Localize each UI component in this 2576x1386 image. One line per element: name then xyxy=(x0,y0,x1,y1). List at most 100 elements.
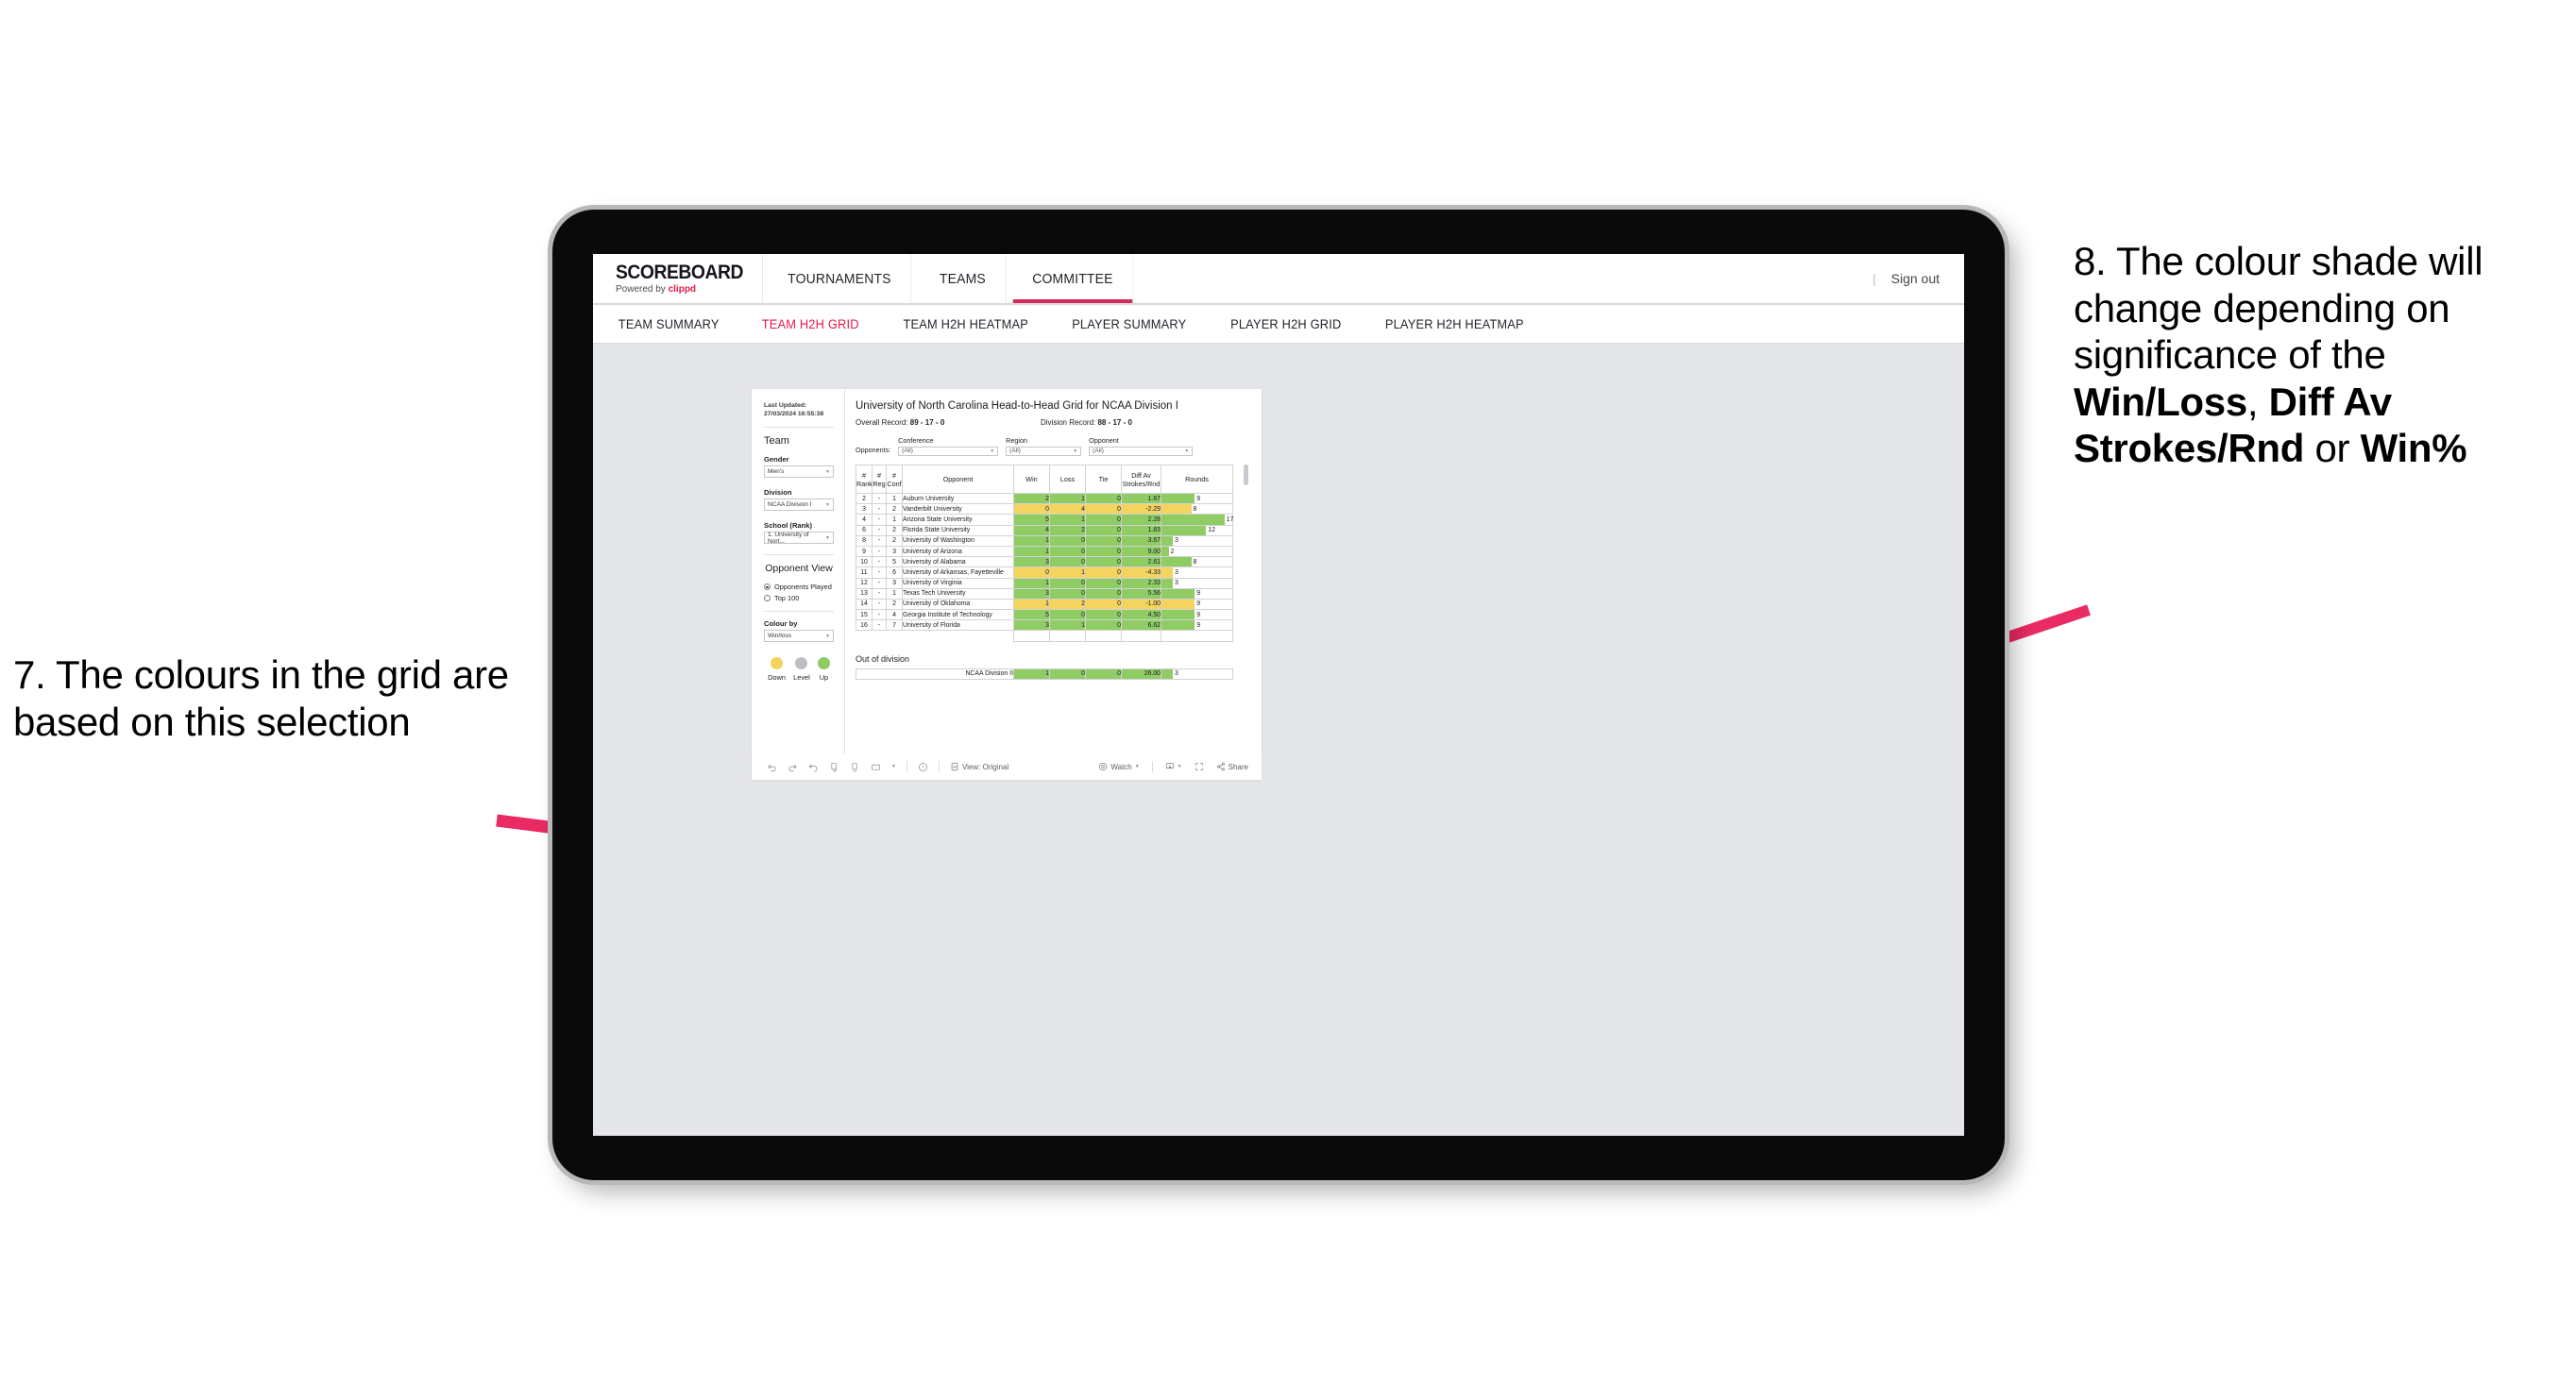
cell-tie: 0 xyxy=(1085,514,1122,526)
col-conf[interactable]: # Conf xyxy=(886,465,903,494)
cell-loss: 1 xyxy=(1049,619,1086,632)
nav-committee[interactable]: COMMITTEE xyxy=(1013,254,1134,303)
table-padding-row xyxy=(856,630,1233,642)
cell-rank: 11 xyxy=(856,566,873,579)
table-row[interactable]: 6-2 Florida State University 4 2 0 1.83 12 xyxy=(856,524,1233,536)
colour-by-select[interactable]: Win/loss ▼ xyxy=(764,630,834,643)
overall-record: Overall Record: 89 - 17 - 0 xyxy=(856,418,1041,427)
nav-tournaments[interactable]: TOURNAMENTS xyxy=(769,254,912,303)
division-select[interactable]: NCAA Division I ▼ xyxy=(764,499,834,512)
grid-vertical-scrollbar[interactable] xyxy=(1244,465,1248,485)
subnav-player-h2h-heatmap[interactable]: PLAYER H2H HEATMAP xyxy=(1385,317,1524,331)
view-original-button[interactable]: View: Original xyxy=(950,762,1008,771)
col-diff-av[interactable]: Diff Av Strokes/Rnd xyxy=(1121,465,1161,494)
cell-diff-av: -2.29 xyxy=(1121,503,1161,516)
subnav-team-h2h-heatmap[interactable]: TEAM H2H HEATMAP xyxy=(903,317,1027,331)
col-loss[interactable]: Loss xyxy=(1049,465,1086,494)
toolbar-divider-3 xyxy=(1151,761,1153,772)
col-opponent[interactable]: Opponent xyxy=(902,465,1014,494)
subnav-player-h2h-grid[interactable]: PLAYER H2H GRID xyxy=(1230,317,1341,331)
col-diff-l1: Diff Av xyxy=(1131,470,1151,480)
region-select[interactable]: (All) ▼ xyxy=(1006,446,1082,456)
gender-select[interactable]: Men's ▼ xyxy=(764,465,834,479)
view-icon xyxy=(951,762,958,771)
powered-prefix: Powered by xyxy=(616,284,669,295)
cell-rank: 9 xyxy=(856,545,873,558)
alert-icon[interactable] xyxy=(918,762,928,772)
cell-opponent: University of Arizona xyxy=(902,545,1014,558)
school-rank-select[interactable]: 1. University of Nort... ▼ xyxy=(764,532,834,545)
undo-icon[interactable] xyxy=(767,762,777,772)
table-row[interactable]: 15-4 Georgia Institute of Technology 5 0 0 4.… xyxy=(856,609,1233,621)
revert-icon[interactable] xyxy=(808,762,819,772)
division-label: Division xyxy=(764,488,792,498)
download-icon xyxy=(1165,763,1174,769)
cell-loss: 2 xyxy=(1049,598,1086,611)
table-row[interactable]: 12-3 University of Virginia 1 0 0 2.33 3 xyxy=(856,577,1233,589)
cell-rounds: 2 xyxy=(1161,545,1233,558)
signout-button[interactable]: Sign out xyxy=(1891,271,1940,286)
chevron-down-icon: ▼ xyxy=(825,534,830,541)
radio-top-100[interactable]: Top 100 xyxy=(764,594,834,602)
table-row[interactable]: 10-5 University of Alabama 3 0 0 2.61 8 xyxy=(856,556,1233,568)
subnav-player-summary[interactable]: PLAYER SUMMARY xyxy=(1072,317,1186,331)
col-rounds[interactable]: Rounds xyxy=(1161,465,1233,494)
watch-button[interactable]: Watch ▼ xyxy=(1098,762,1140,771)
brand-logo[interactable]: SCOREBOARD Powered by clippd xyxy=(593,254,763,303)
cell-rank: 2 xyxy=(856,492,873,505)
legend-down-swatch xyxy=(771,657,784,670)
table-row[interactable]: 3-2 Vanderbilt University 0 4 0 -2.29 8 xyxy=(856,503,1233,516)
subnav-team-summary[interactable]: TEAM SUMMARY xyxy=(619,317,720,331)
cell-win: 1 xyxy=(1013,545,1050,558)
download-button[interactable]: ▼ xyxy=(1165,762,1182,771)
cell-rank: 6 xyxy=(856,524,873,536)
radio-icon xyxy=(764,595,771,602)
opponent-label: Opponent xyxy=(1089,436,1119,445)
out-of-division-row[interactable]: NCAA Division II 1 0 0 26.00 3 xyxy=(856,668,1233,681)
h2h-grid-table[interactable]: # Rank # Reg # Conf Opponent Win Loss Tie D… xyxy=(856,465,1233,642)
pause-updates-icon[interactable] xyxy=(850,762,860,772)
cell-diff-av: 3.67 xyxy=(1121,534,1161,547)
gender-value: Men's xyxy=(768,468,785,476)
rounds-value: 9 xyxy=(1196,611,1201,618)
subnav-team-h2h-grid[interactable]: TEAM H2H GRID xyxy=(762,317,859,331)
cell-tie: 0 xyxy=(1085,524,1122,536)
radio-opponents-played[interactable]: Opponents Played xyxy=(764,583,834,591)
table-row[interactable]: 8-2 University of Washington 1 0 0 3.67 3 xyxy=(856,534,1233,547)
col-conf-l2: Conf xyxy=(887,479,902,488)
table-row[interactable]: 2-1 Auburn University 2 1 0 1.67 9 xyxy=(856,492,1233,505)
table-row[interactable]: 16-7 University of Florida 3 1 0 6.62 9 xyxy=(856,619,1233,632)
opponent-select[interactable]: (All) ▼ xyxy=(1089,446,1194,456)
chevron-down-icon[interactable]: ▼ xyxy=(891,764,896,769)
refresh-data-icon[interactable] xyxy=(829,762,839,772)
table-row[interactable]: 9-3 University of Arizona 1 0 0 9.00 2 xyxy=(856,545,1233,558)
opponent-filter: Opponent (All) ▼ xyxy=(1089,436,1194,456)
rounds-value: 9 xyxy=(1196,590,1201,598)
col-win[interactable]: Win xyxy=(1013,465,1050,494)
cell-opponent: University of Florida xyxy=(902,619,1014,632)
fullscreen-button[interactable] xyxy=(1195,762,1204,771)
cell-tie: 0 xyxy=(1085,534,1122,547)
rounds-value: 9 xyxy=(1196,621,1201,629)
presentation-mode-icon[interactable] xyxy=(871,762,881,772)
table-row[interactable]: 11-6 University of Arkansas, Fayetteville… xyxy=(856,566,1233,579)
nav-teams[interactable]: TEAMS xyxy=(920,254,1007,303)
col-tie[interactable]: Tie xyxy=(1085,465,1122,494)
cell-reg: - xyxy=(872,609,887,621)
col-rank[interactable]: # Rank xyxy=(856,465,873,494)
chevron-down-icon: ▼ xyxy=(990,448,995,454)
cell-reg: - xyxy=(872,587,887,600)
share-button[interactable]: Share xyxy=(1216,762,1248,771)
cell-conf: 2 xyxy=(886,598,903,611)
table-row[interactable]: 4-1 Arizona State University 5 1 0 2.28 17 xyxy=(856,514,1233,526)
conference-select[interactable]: (All) ▼ xyxy=(898,446,999,456)
col-reg[interactable]: # Reg xyxy=(872,465,887,494)
table-row[interactable]: 13-1 Texas Tech University 3 0 0 5.56 9 xyxy=(856,587,1233,600)
table-row[interactable]: 14-2 University of Oklahoma 1 2 0 -1.00 9 xyxy=(856,598,1233,611)
pad-cell xyxy=(1161,630,1233,642)
redo-icon[interactable] xyxy=(788,762,798,772)
cell-win: 0 xyxy=(1013,503,1050,516)
cell-win: 0 xyxy=(1013,566,1050,579)
division-record-label: Division Record: xyxy=(1041,418,1098,427)
cell-tie: 0 xyxy=(1085,577,1122,589)
